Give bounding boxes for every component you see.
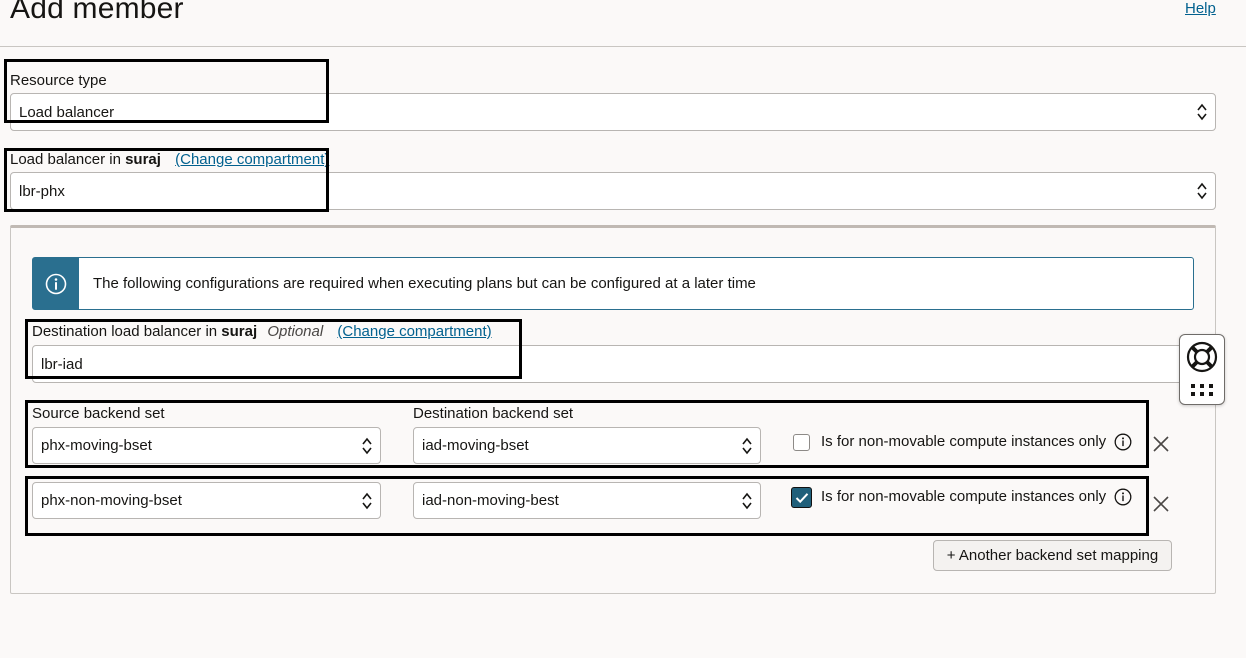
chevron-up-down-icon — [742, 437, 752, 454]
source-backend-set-select[interactable]: phx-non-moving-bset — [32, 482, 381, 519]
chevron-up-down-icon — [742, 492, 752, 509]
help-widget[interactable] — [1179, 334, 1225, 405]
destination-backend-set-select[interactable]: iad-moving-bset — [413, 427, 761, 464]
info-icon — [45, 273, 67, 294]
page-title: Add member — [10, 0, 184, 25]
resource-type-select[interactable]: Load balancer — [10, 93, 1216, 131]
non-movable-checkbox-checked[interactable] — [791, 487, 812, 508]
chevron-up-down-icon — [362, 437, 372, 454]
source-backend-set-header: Source backend set — [32, 405, 165, 422]
non-movable-checkbox[interactable] — [793, 434, 810, 451]
chevron-up-down-icon — [1197, 182, 1207, 200]
info-banner: The following configurations are require… — [32, 257, 1194, 310]
load-balancer-select[interactable]: lbr-phx — [10, 172, 1216, 210]
destination-backend-set-value: iad-non-moving-best — [422, 492, 559, 509]
lifebuoy-icon — [1186, 341, 1218, 373]
resource-type-value: Load balancer — [19, 103, 115, 121]
header-divider — [0, 46, 1246, 47]
destination-change-compartment-link[interactable]: (Change compartment) — [337, 323, 491, 340]
load-balancer-label: Load balancer in suraj (Change compartme… — [10, 151, 330, 168]
resource-type-label: Resource type — [10, 72, 107, 89]
info-banner-text: The following configurations are require… — [93, 275, 756, 292]
destination-backend-set-select[interactable]: iad-non-moving-best — [413, 482, 761, 519]
remove-mapping-icon[interactable] — [1153, 496, 1169, 512]
chevron-up-down-icon — [1197, 103, 1207, 121]
help-link[interactable]: Help — [1185, 0, 1216, 17]
destination-backend-set-value: iad-moving-bset — [422, 437, 529, 454]
destination-lb-value: lbr-iad — [41, 355, 83, 373]
add-member-page: Add member Help Resource type Load balan… — [0, 0, 1246, 658]
non-movable-label: Is for non-movable compute instances onl… — [821, 488, 1107, 505]
destination-lb-select[interactable]: lbr-iad — [32, 345, 1194, 383]
add-backend-set-mapping-button[interactable]: + Another backend set mapping — [933, 540, 1172, 571]
info-circle-icon[interactable] — [1114, 433, 1132, 451]
checkmark-icon — [795, 492, 808, 503]
load-balancer-value: lbr-phx — [19, 182, 65, 200]
source-backend-set-value: phx-non-moving-bset — [41, 492, 182, 509]
destination-backend-set-header: Destination backend set — [413, 405, 574, 422]
source-backend-set-select[interactable]: phx-moving-bset — [32, 427, 381, 464]
destination-lb-label: Destination load balancer in suraj Optio… — [32, 323, 492, 340]
drag-handle-icon[interactable] — [1190, 383, 1214, 397]
info-circle-icon[interactable] — [1114, 488, 1132, 506]
compartment-name: suraj — [125, 151, 161, 168]
change-compartment-link[interactable]: (Change compartment) — [175, 151, 329, 168]
optional-label: Optional — [267, 323, 324, 340]
destination-compartment-name: suraj — [221, 323, 258, 340]
chevron-up-down-icon — [362, 492, 372, 509]
remove-mapping-icon[interactable] — [1153, 436, 1169, 452]
non-movable-label: Is for non-movable compute instances onl… — [821, 433, 1107, 450]
source-backend-set-value: phx-moving-bset — [41, 437, 152, 454]
